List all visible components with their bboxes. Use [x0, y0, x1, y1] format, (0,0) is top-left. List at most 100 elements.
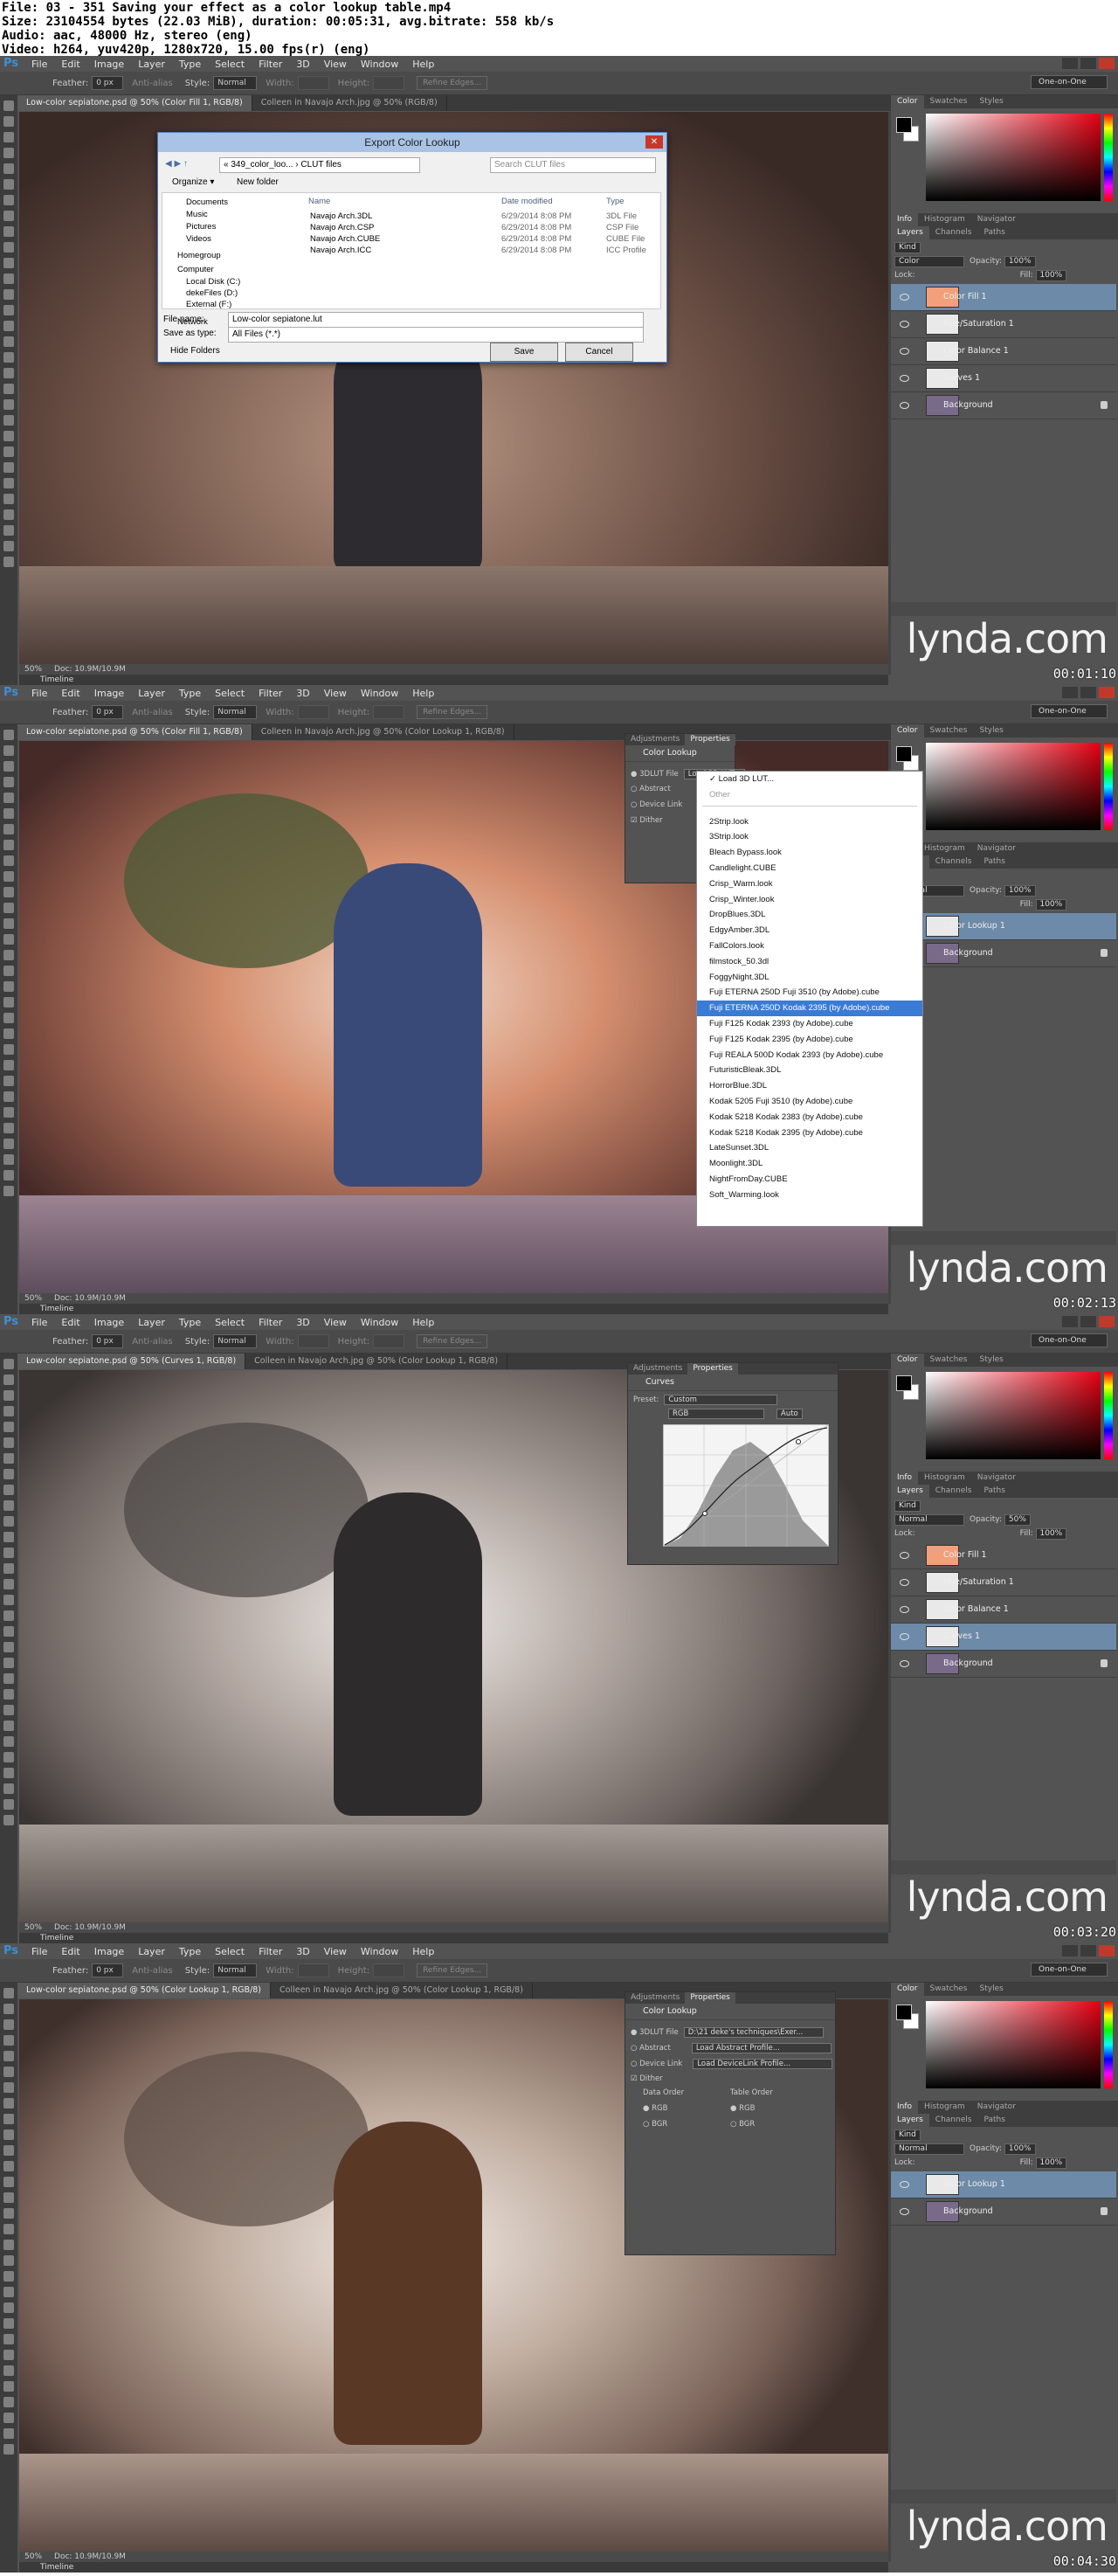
device-link-select[interactable]: Load DeviceLink Profile...	[693, 2059, 833, 2069]
menu-3d[interactable]: 3D	[289, 688, 316, 699]
width-input[interactable]	[297, 705, 329, 719]
new-folder-button[interactable]: New folder	[237, 177, 279, 187]
menu-edit[interactable]: Edit	[54, 688, 86, 699]
panel-tab[interactable]: Histogram	[918, 1472, 971, 1485]
tool-icon[interactable]	[3, 1815, 14, 1825]
antialias-checkbox[interactable]: Anti-alias	[132, 79, 173, 88]
column-header[interactable]: Name	[308, 197, 330, 206]
nav-item[interactable]: External (F:)	[186, 300, 231, 309]
menu-select[interactable]: Select	[208, 1946, 252, 1957]
curve-point[interactable]	[796, 1439, 801, 1444]
lut-menu-item[interactable]: 3Strip.look	[697, 829, 922, 845]
tool-icon[interactable]	[3, 2161, 14, 2171]
menu-window[interactable]: Window	[354, 1946, 405, 1957]
tool-icon[interactable]	[3, 305, 14, 315]
tool-icon[interactable]	[3, 981, 14, 992]
panel-tab[interactable]: Color	[891, 1983, 924, 1996]
tool-icon[interactable]	[3, 431, 14, 441]
layer-row[interactable]: Background	[891, 1651, 1116, 1678]
menu-layer[interactable]: Layer	[131, 1946, 172, 1957]
panel-tab[interactable]: Histogram	[918, 2101, 971, 2114]
abstract-label[interactable]: Abstract	[639, 785, 671, 793]
panel-tab[interactable]: Histogram	[918, 842, 971, 855]
menu-window[interactable]: Window	[354, 1317, 405, 1328]
tool-icon[interactable]	[3, 1658, 14, 1668]
tool-icon[interactable]	[3, 761, 14, 772]
menu-image[interactable]: Image	[87, 59, 131, 70]
tool-icon[interactable]	[3, 1186, 14, 1196]
panel-tab[interactable]: Info	[891, 2101, 919, 2114]
close-icon[interactable]	[1099, 1316, 1115, 1327]
lut-menu-item[interactable]: Fuji ETERNA 250D Kodak 2395 (by Adobe).c…	[697, 1001, 922, 1016]
layer-row[interactable]: Curves 1	[891, 1624, 1116, 1651]
menu-edit[interactable]: Edit	[54, 1317, 86, 1328]
style-select[interactable]: Normal	[213, 705, 258, 719]
tool-icon[interactable]	[3, 2381, 14, 2392]
tool-icon[interactable]	[3, 132, 14, 142]
panel-tab[interactable]: Navigator	[971, 1472, 1022, 1485]
style-select[interactable]: Normal	[213, 1963, 258, 1977]
back-forward-buttons[interactable]: ◀ ▶ ↑	[165, 159, 209, 171]
feather-input[interactable]: 0 px	[92, 1334, 124, 1348]
layer-filter-select[interactable]: Kind	[894, 1500, 921, 1512]
tool-icon[interactable]	[3, 2082, 14, 2093]
fill-input[interactable]: 100%	[1035, 899, 1067, 911]
tool-icon[interactable]	[3, 163, 14, 174]
tool-icon[interactable]	[3, 2413, 14, 2423]
layer-row[interactable]: Color Lookup 1	[891, 913, 1116, 940]
nav-item[interactable]: Music	[186, 210, 208, 219]
nav-item[interactable]: Homegroup	[177, 251, 221, 260]
style-select[interactable]: Normal	[213, 76, 258, 90]
layer-filter-select[interactable]: Kind	[894, 2129, 921, 2141]
panel-tab[interactable]: Styles	[974, 724, 1010, 737]
visibility-eye-icon[interactable]	[900, 2181, 909, 2188]
zoom-level[interactable]: 50%	[24, 1923, 42, 1932]
tool-icon[interactable]	[3, 2444, 14, 2455]
tool-icon[interactable]	[3, 2271, 14, 2282]
layer-filter-select[interactable]: Kind	[894, 242, 921, 253]
lut-menu-item[interactable]: Soft_Warming.look	[697, 1188, 922, 1203]
layer-row[interactable]: Color Fill 1	[891, 284, 1116, 311]
nav-item[interactable]: Computer	[177, 265, 214, 274]
tool-icon[interactable]	[3, 211, 14, 221]
refine-edges-button[interactable]: Refine Edges...	[417, 1334, 488, 1348]
tool-icon[interactable]	[3, 1689, 14, 1700]
tool-icon[interactable]	[3, 116, 14, 127]
lut-menu-item[interactable]: Kodak 5218 Kodak 2383 (by Adobe).cube	[697, 1110, 922, 1125]
hide-folders-toggle[interactable]: Hide Folders	[170, 346, 220, 356]
tool-icon[interactable]	[3, 1013, 14, 1023]
tool-icon[interactable]	[3, 1516, 14, 1527]
tool-icon[interactable]	[3, 2035, 14, 2046]
tool-icon[interactable]	[3, 2114, 14, 2124]
menu-select[interactable]: Select	[208, 688, 252, 699]
lut-menu-item[interactable]: Crisp_Warm.look	[697, 876, 922, 892]
foreground-color-swatch[interactable]	[896, 746, 912, 762]
lut-menu-item[interactable]: Fuji F125 Kodak 2395 (by Adobe).cube	[697, 1032, 922, 1048]
lut-menu-item[interactable]: FallColors.look	[697, 938, 922, 954]
file-name[interactable]: Navajo Arch.3DL	[310, 211, 372, 221]
timeline-panel-tab[interactable]: Timeline	[19, 675, 888, 685]
lut-menu-item[interactable]: NightFromDay.CUBE	[697, 1172, 922, 1188]
tool-icon[interactable]	[3, 1359, 14, 1369]
lut-menu-item[interactable]: Kodak 5205 Fuji 3510 (by Adobe).cube	[697, 1094, 922, 1110]
tool-icon[interactable]	[3, 1673, 14, 1684]
tool-icon[interactable]	[3, 494, 14, 504]
panel-tab[interactable]: Swatches	[924, 1354, 974, 1367]
tool-icon[interactable]	[3, 195, 14, 205]
device-link-label[interactable]: Device Link	[639, 800, 682, 809]
hue-slider[interactable]	[1104, 743, 1113, 830]
menu-3d[interactable]: 3D	[289, 59, 316, 70]
layer-row[interactable]: Hue/Saturation 1	[891, 311, 1116, 338]
menu-file[interactable]: File	[24, 1317, 54, 1328]
tool-icon[interactable]	[3, 2067, 14, 2077]
nav-item[interactable]: Videos	[186, 234, 211, 244]
panel-tab[interactable]: Styles	[974, 1354, 1010, 1367]
tool-icon[interactable]	[3, 1736, 14, 1747]
curves-graph[interactable]	[663, 1424, 829, 1547]
close-icon[interactable]	[1099, 58, 1115, 69]
menu-layer[interactable]: Layer	[131, 1317, 172, 1328]
blend-mode-select[interactable]: Normal	[894, 2143, 964, 2155]
filename-input[interactable]: Low-color sepiatone.lut	[228, 312, 644, 328]
menu-window[interactable]: Window	[354, 688, 405, 699]
color-picker-field[interactable]	[926, 1372, 1101, 1459]
